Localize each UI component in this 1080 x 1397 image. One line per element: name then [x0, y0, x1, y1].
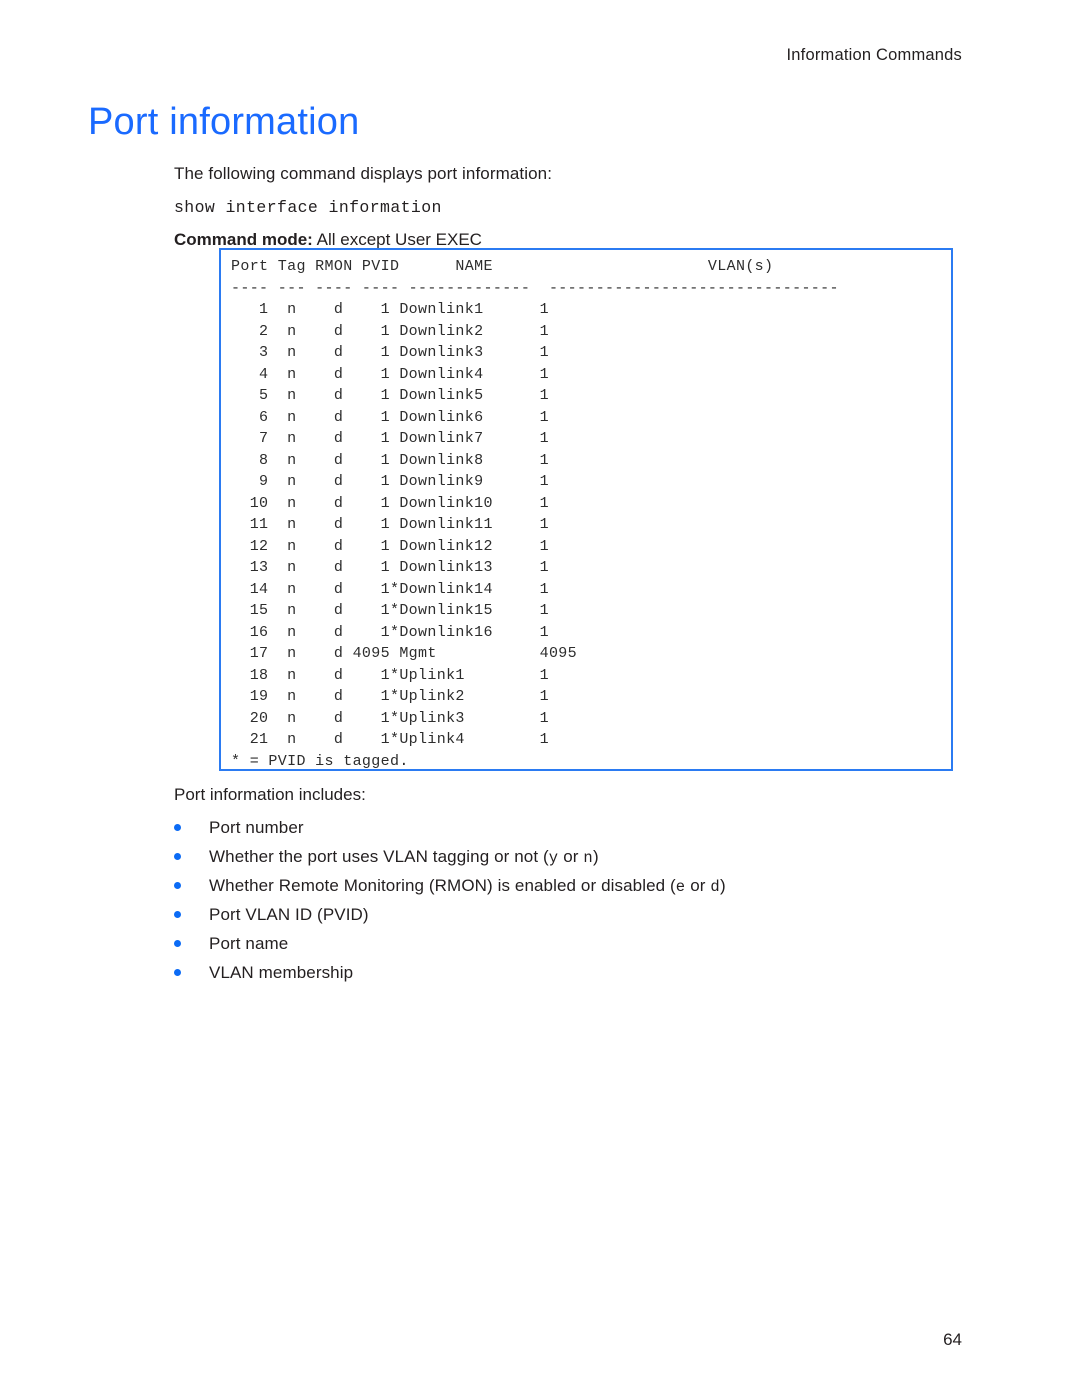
- command-mode-line: Command mode: All except User EXEC: [174, 230, 482, 250]
- bullet-dot-icon: [174, 911, 181, 918]
- inline-text: ): [719, 876, 726, 895]
- bullet-dot-icon: [174, 824, 181, 831]
- inline-text: or: [558, 847, 584, 866]
- bullet-dot-icon: [174, 882, 181, 889]
- list-item-label: Whether the port uses VLAN tagging or no…: [209, 847, 599, 867]
- intro-paragraph: The following command displays port info…: [174, 164, 553, 183]
- port-information-includes-lead: Port information includes:: [174, 785, 366, 804]
- list-item-label: Port number: [209, 818, 304, 837]
- bullet-dot-icon: [174, 940, 181, 947]
- inline-code: e: [675, 878, 686, 896]
- inline-text: or: [685, 876, 711, 895]
- list-item: Port VLAN ID (PVID): [174, 900, 726, 929]
- cli-command-text: show interface information: [174, 198, 442, 217]
- inline-code: y: [548, 849, 559, 867]
- running-header: Information Commands: [786, 46, 962, 64]
- command-mode-value: All except User EXEC: [312, 230, 482, 249]
- list-item: Port name: [174, 929, 726, 958]
- cli-output-box: Port Tag RMON PVID NAME VLAN(s) ---- ---…: [219, 248, 953, 771]
- inline-text: ): [592, 847, 599, 866]
- list-item: VLAN membership: [174, 958, 726, 987]
- inline-text: Whether Remote Monitoring (RMON) is enab…: [209, 876, 676, 895]
- list-item-label: Port name: [209, 934, 289, 953]
- list-item: Port number: [174, 813, 726, 842]
- list-item-label: Whether Remote Monitoring (RMON) is enab…: [209, 876, 726, 896]
- list-item-label: VLAN membership: [209, 963, 354, 982]
- list-item: Whether the port uses VLAN tagging or no…: [174, 842, 726, 871]
- document-page: Information Commands Port information Th…: [0, 0, 1080, 1397]
- inline-text: Whether the port uses VLAN tagging or no…: [209, 847, 549, 866]
- list-item: Whether Remote Monitoring (RMON) is enab…: [174, 871, 726, 900]
- bullet-dot-icon: [174, 853, 181, 860]
- page-title: Port information: [88, 101, 360, 143]
- command-mode-label: Command mode:: [174, 230, 313, 249]
- inline-code: n: [583, 849, 593, 867]
- cli-output-text: Port Tag RMON PVID NAME VLAN(s) ---- ---…: [231, 258, 839, 770]
- page-number: 64: [943, 1330, 962, 1349]
- port-information-bullet-list: Port number Whether the port uses VLAN ta…: [174, 813, 726, 987]
- list-item-label: Port VLAN ID (PVID): [209, 905, 369, 924]
- bullet-dot-icon: [174, 969, 181, 976]
- inline-code: d: [710, 878, 720, 896]
